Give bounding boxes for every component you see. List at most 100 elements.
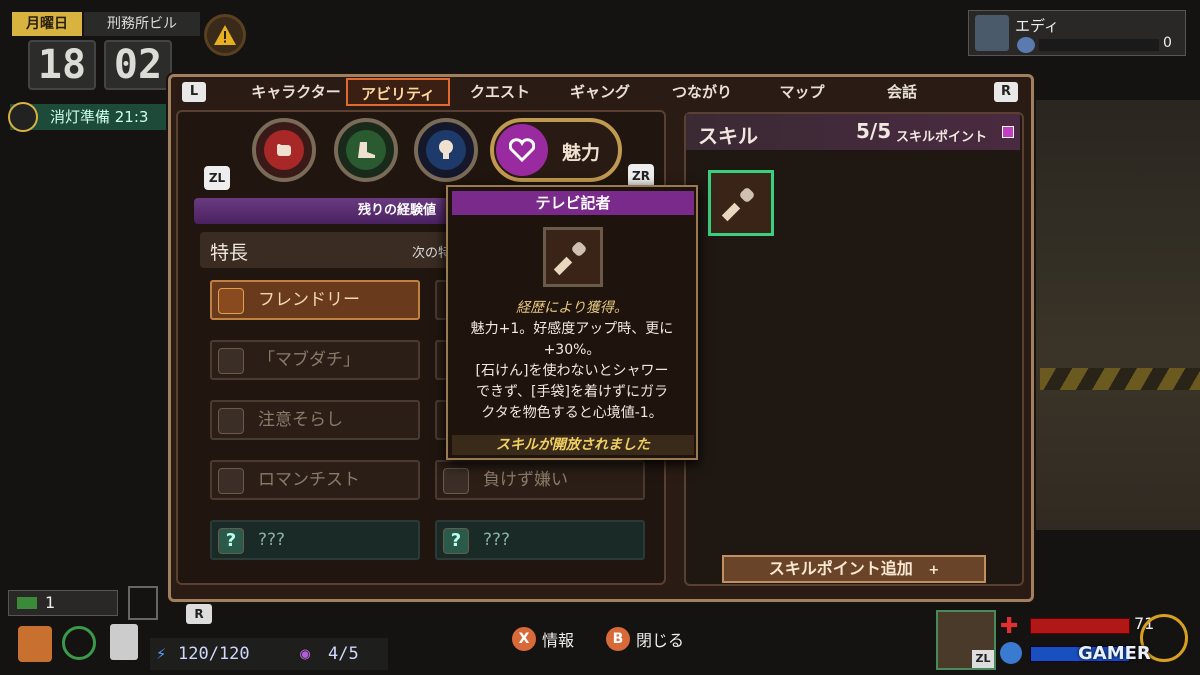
- skill-title: スキル: [698, 124, 758, 148]
- b-button-icon: B: [606, 627, 630, 651]
- cash-icon: [17, 597, 37, 609]
- add-plus-icon: +: [928, 563, 940, 578]
- heart-outline-icon: [218, 408, 244, 434]
- trait-friendly[interactable]: フレンドリー: [210, 280, 420, 320]
- tab-gang[interactable]: ギャング: [552, 78, 648, 106]
- trait-competitive[interactable]: 負けず嫌い: [435, 460, 645, 500]
- clock-hour: 18: [28, 40, 96, 90]
- player-portrait-icon: [975, 15, 1009, 51]
- health-cross-icon: ✚: [1000, 614, 1019, 639]
- tooltip-line: できず、[手袋]を着けずにガラ: [476, 384, 668, 400]
- strength-stat-button[interactable]: [252, 118, 316, 182]
- agility-stat-button[interactable]: [334, 118, 398, 182]
- trait-romantic[interactable]: ロマンチスト: [210, 460, 420, 500]
- skill-slot-tv-reporter[interactable]: [708, 170, 774, 236]
- player-card: エディ 0: [968, 10, 1186, 56]
- energy-value: 120/120: [178, 644, 250, 664]
- energy-vision-bar: ⚡ 120/120 ◉ 4/5: [150, 638, 388, 670]
- heart-icon: [218, 288, 244, 314]
- trait-label: 「マブダチ」: [258, 350, 360, 370]
- health-bar: [1030, 618, 1130, 634]
- tooltip-line: [石けん]を使わないとシャワー: [475, 363, 669, 379]
- close-hint[interactable]: B 閉じる: [606, 627, 684, 651]
- question-icon: ?: [218, 528, 244, 554]
- warning-icon[interactable]: [204, 14, 246, 56]
- door-icon: [128, 586, 158, 620]
- player-name: エディ: [1015, 17, 1059, 35]
- skill-header: スキル 5/5 スキルポイント: [686, 114, 1020, 150]
- tab-character[interactable]: キャラクター: [244, 78, 348, 106]
- tab-quest[interactable]: クエスト: [450, 78, 550, 106]
- eye-icon: ◉: [300, 644, 311, 664]
- tab-prev-key[interactable]: L: [182, 82, 206, 102]
- player-money: 0: [1163, 35, 1172, 51]
- lightning-icon: ⚡: [156, 644, 167, 664]
- charm-label: 魅力: [562, 142, 601, 164]
- trait-distraction[interactable]: 注意そらし: [210, 400, 420, 440]
- routine-clock-icon: [8, 102, 38, 132]
- tooltip-line: 魅力+1。好感度アップ時、更に: [470, 321, 674, 337]
- tab-bar: L キャラクター アビリティ クエスト ギャング つながり マップ 会話 R: [174, 78, 1028, 108]
- microphone-icon: [721, 188, 754, 222]
- skill-points-label: スキルポイント: [896, 130, 988, 145]
- trait-best-friend[interactable]: 「マブダチ」: [210, 340, 420, 380]
- trait-unknown[interactable]: ? ???: [435, 520, 645, 560]
- r-key-icon[interactable]: R: [186, 604, 212, 624]
- tab-conversation[interactable]: 会話: [858, 78, 946, 106]
- trait-label: ロマンチスト: [258, 470, 360, 490]
- network-icon[interactable]: [62, 626, 96, 660]
- intellect-bulb-icon: [426, 130, 466, 170]
- add-skill-point-button[interactable]: スキルポイント追加 +: [722, 555, 986, 583]
- trait-label: フレンドリー: [258, 290, 360, 310]
- tab-map[interactable]: マップ: [758, 78, 846, 106]
- info-label: 情報: [542, 631, 575, 650]
- trait-label: 負けず嫌い: [483, 470, 568, 490]
- skill-count: 5/5: [856, 119, 892, 143]
- prev-stat-key[interactable]: ZL: [204, 166, 230, 190]
- zl-key-icon[interactable]: ZL: [972, 650, 994, 668]
- clipboard-icon[interactable]: [110, 624, 138, 660]
- skill-point-icon: [1002, 126, 1014, 138]
- question-icon: ?: [443, 528, 469, 554]
- microphone-icon: [543, 227, 603, 287]
- player-money-bar: [1039, 39, 1159, 51]
- trait-label: 注意そらし: [258, 410, 343, 430]
- tooltip-source: 経歴により獲得。: [516, 300, 628, 316]
- dice-icon: [443, 468, 469, 494]
- day-label: 月曜日: [12, 12, 82, 36]
- charm-stat-button[interactable]: 魅力: [490, 118, 622, 182]
- tab-connections[interactable]: つながり: [650, 78, 754, 106]
- tooltip-title: テレビ記者: [452, 191, 694, 215]
- agility-boot-icon: [346, 130, 386, 170]
- charm-heart-icon: [496, 124, 548, 176]
- intellect-stat-button[interactable]: [414, 118, 478, 182]
- tooltip-line: クタを物色すると心境値-1。: [481, 405, 663, 421]
- vision-value: 4/5: [328, 644, 359, 664]
- location-label: 刑務所ビル: [84, 12, 200, 36]
- add-skill-point-label: スキルポイント追加: [768, 559, 913, 578]
- trait-label: ???: [258, 530, 286, 550]
- stamina-brain-icon: [1000, 642, 1022, 664]
- tooltip-line: +30%。: [543, 342, 601, 358]
- cash-counter: 1: [8, 590, 118, 616]
- tab-next-key[interactable]: R: [994, 82, 1018, 102]
- background-hazard-stripe: [1040, 368, 1200, 390]
- tooltip-description: 魅力+1。好感度アップ時、更に +30%。 [石けん]を使わないとシャワー でき…: [458, 319, 686, 424]
- skill-tooltip: テレビ記者 経歴により獲得。 魅力+1。好感度アップ時、更に +30%。 [石け…: [446, 185, 698, 460]
- gear-icon: [218, 468, 244, 494]
- trait-unknown[interactable]: ? ???: [210, 520, 420, 560]
- clock-minute: 02: [104, 40, 172, 90]
- tab-ability[interactable]: アビリティ: [346, 78, 450, 106]
- inventory-bag-icon[interactable]: [18, 626, 52, 662]
- trait-label: ???: [483, 530, 511, 550]
- mood-face-icon: [1017, 37, 1035, 53]
- info-hint[interactable]: X 情報: [512, 627, 574, 651]
- cash-value: 1: [45, 593, 56, 612]
- tooltip-footer: スキルが開放されました: [452, 435, 694, 455]
- sparkle-icon: [218, 348, 244, 374]
- gamer-watermark: GAMER: [1078, 643, 1151, 664]
- trait-title: 特長: [210, 242, 249, 264]
- strength-fist-icon: [264, 130, 304, 170]
- x-button-icon: X: [512, 627, 536, 651]
- background-wall: [1035, 100, 1200, 530]
